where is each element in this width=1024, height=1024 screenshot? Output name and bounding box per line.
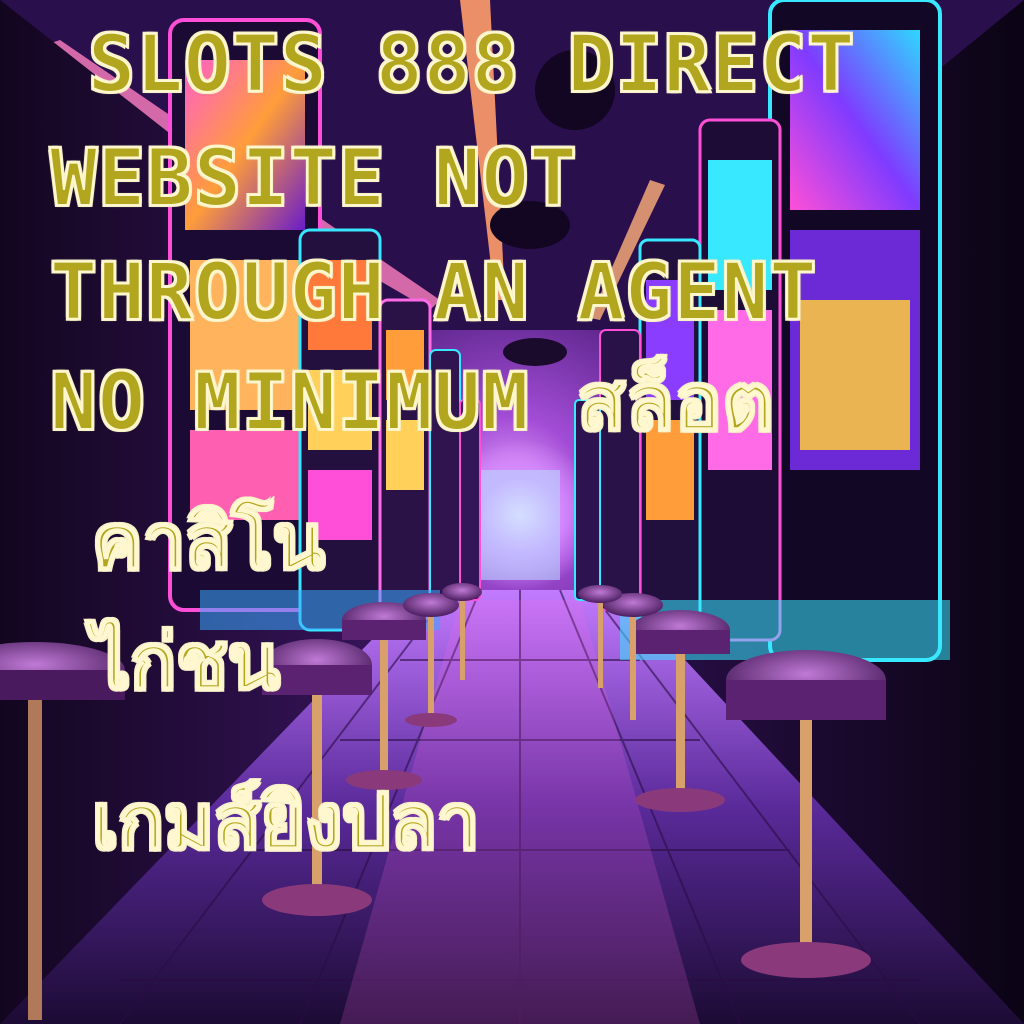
casino-scene: SLOTS 888 DIRECT WEBSITE NOT THROUGH AN … — [0, 0, 1024, 1024]
thai-line-casino: คาสิโน — [91, 497, 326, 586]
hallway-end-window — [470, 470, 560, 580]
thai-line-fishing-game: เกมส์ยิงปลา — [91, 777, 481, 866]
headline-line-3: THROUGH AN AGENT — [49, 248, 818, 338]
headline-line-1: SLOTS 888 DIRECT — [87, 20, 856, 110]
headline-line-2: WEBSITE NOT — [49, 134, 578, 224]
headline-line-4: NO MINIMUM สล็อต — [49, 358, 775, 448]
thai-line-cockfight: ไก่ชน — [91, 617, 281, 706]
